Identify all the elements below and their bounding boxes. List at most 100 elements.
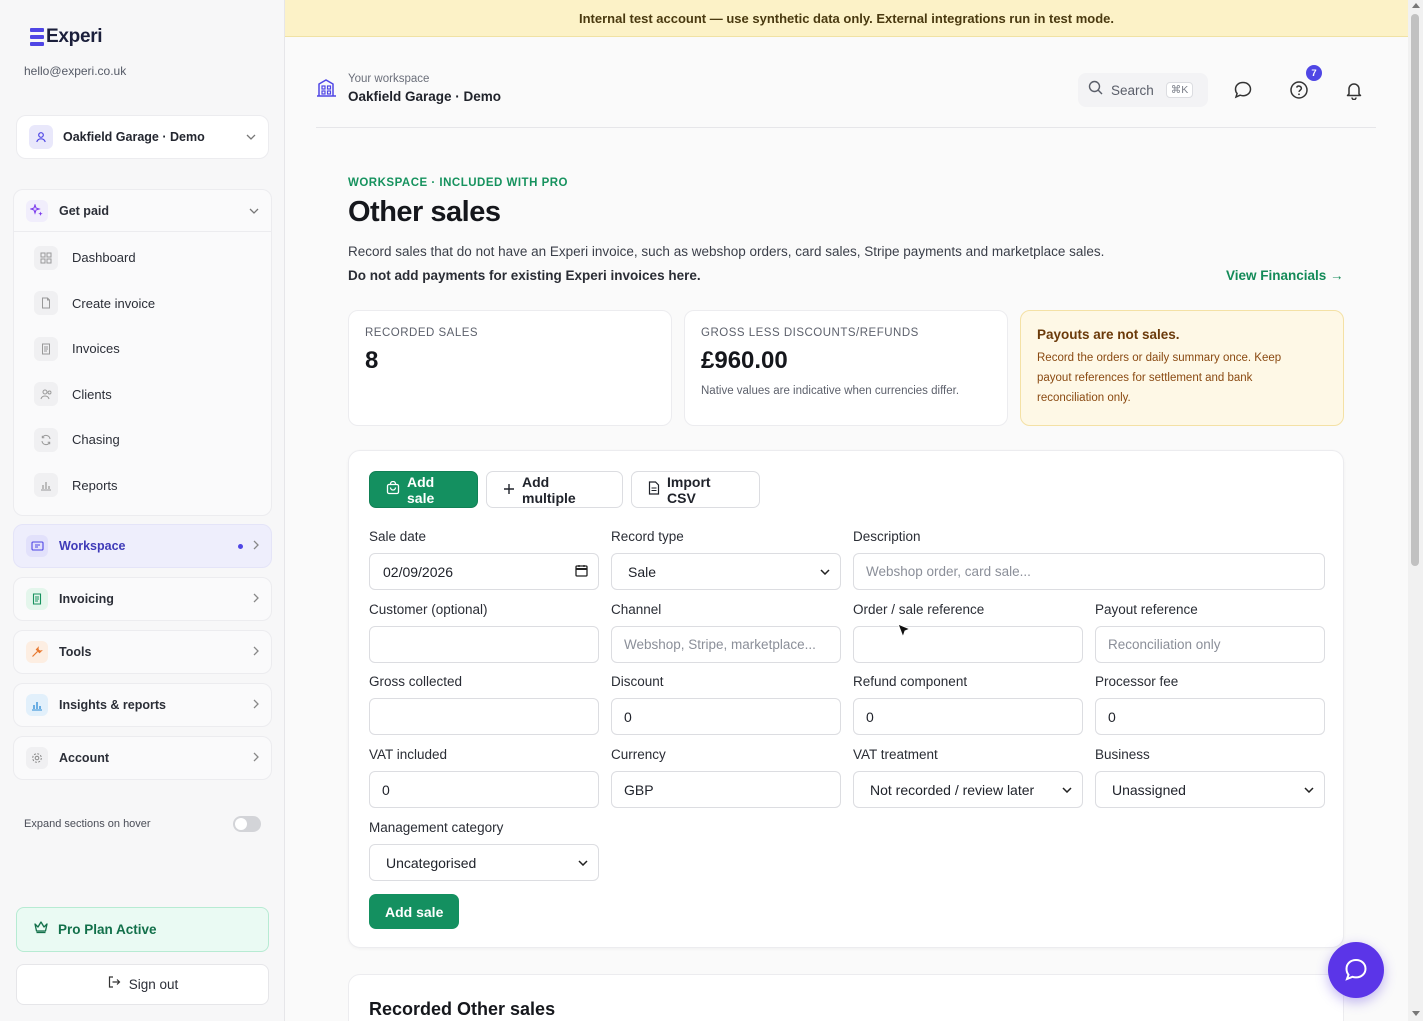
create-invoice-icon	[34, 291, 58, 316]
messages-button[interactable]	[1231, 78, 1255, 102]
business-field: Business Unassigned	[1095, 747, 1325, 808]
scroll-up-arrow[interactable]	[1412, 3, 1420, 8]
sidebar-item-clients[interactable]: Clients	[14, 372, 271, 418]
expand-on-hover-label: Expand sections on hover	[24, 818, 151, 830]
page-eyebrow: WORKSPACE · INCLUDED WITH PRO	[348, 177, 569, 189]
scroll-thumb[interactable]	[1411, 14, 1419, 566]
mouse-cursor-icon	[897, 623, 912, 639]
chevron-down-icon	[820, 566, 830, 578]
sidebar-item-reports[interactable]: Reports	[14, 463, 271, 509]
gross-value: £960.00	[701, 347, 788, 374]
sidebar-item-chasing[interactable]: Chasing	[14, 417, 271, 463]
sidebar-item-dashboard[interactable]: Dashboard	[14, 235, 271, 281]
sidebar-item-account[interactable]: Account	[13, 736, 272, 780]
refund-label: Refund component	[853, 674, 968, 689]
processor-fee-input[interactable]: 0	[1095, 698, 1325, 735]
sidebar-item-insights[interactable]: Insights & reports	[13, 683, 272, 727]
help-badge: 7	[1306, 65, 1322, 81]
bag-icon	[386, 480, 400, 498]
currency-input[interactable]: GBP	[611, 771, 841, 808]
sidebar-item-tools[interactable]: Tools	[13, 630, 272, 674]
top-header: Your workspace Oakfield Garage · Demo Se…	[316, 65, 1376, 128]
sidebar: Experi hello@experi.co.uk Oakfield Garag…	[0, 0, 285, 1021]
sign-out-icon	[107, 975, 121, 994]
get-paid-header[interactable]: Get paid	[14, 190, 271, 232]
page-description-warning: Do not add payments for existing Experi …	[348, 268, 701, 283]
chevron-right-icon	[253, 645, 259, 659]
customer-label: Customer (optional)	[369, 602, 488, 617]
logo-icon	[30, 28, 44, 46]
currency-field: Currency GBP	[611, 747, 841, 808]
recorded-sales-section: Recorded Other sales	[348, 974, 1344, 1021]
vat-included-label: VAT included	[369, 747, 448, 762]
scroll-down-arrow[interactable]	[1412, 1011, 1420, 1016]
vat-treatment-value: Not recorded / review later	[870, 781, 1035, 798]
vat-treatment-field: VAT treatment Not recorded / review late…	[853, 747, 1083, 808]
description-input[interactable]: Webshop order, card sale...	[853, 553, 1325, 590]
tools-icon	[26, 641, 48, 663]
discount-input[interactable]: 0	[611, 698, 841, 735]
sidebar-item-create-invoice[interactable]: Create invoice	[14, 281, 271, 327]
chevron-down-icon	[1304, 784, 1314, 796]
record-type-select[interactable]: Sale	[611, 553, 841, 590]
chevron-right-icon	[253, 539, 259, 553]
import-csv-tab[interactable]: Import CSV	[631, 471, 760, 508]
help-button[interactable]	[1287, 78, 1311, 102]
brand-logo[interactable]: Experi	[30, 26, 103, 48]
banner-text: Internal test account — use synthetic da…	[578, 10, 1115, 26]
chevron-right-icon	[253, 592, 259, 606]
processor-fee-label: Processor fee	[1095, 674, 1179, 689]
chat-icon	[1345, 958, 1367, 981]
add-sale-tab[interactable]: Add sale	[369, 471, 478, 508]
channel-input[interactable]: Webshop, Stripe, marketplace...	[611, 626, 841, 663]
vat-treatment-select[interactable]: Not recorded / review later	[853, 771, 1083, 808]
notifications-button[interactable]	[1342, 78, 1366, 102]
invoices-icon	[34, 336, 58, 361]
business-select[interactable]: Unassigned	[1095, 771, 1325, 808]
expand-on-hover-toggle[interactable]	[233, 816, 261, 832]
sidebar-item-workspace[interactable]: Workspace	[13, 524, 272, 568]
sidebar-item-label: Account	[59, 751, 109, 765]
channel-label: Channel	[611, 602, 662, 617]
view-financials-link[interactable]: View Financials →	[1226, 268, 1344, 283]
management-category-select[interactable]: Uncategorised	[369, 844, 599, 881]
payout-reference-field: Payout reference Reconciliation only	[1095, 602, 1325, 663]
recorded-sales-value: 8	[365, 347, 379, 374]
chat-support-button[interactable]	[1328, 942, 1384, 998]
search-button[interactable]: Search ⌘K	[1078, 73, 1208, 107]
gross-card: GROSS LESS DISCOUNTS/REFUNDS £960.00 Nat…	[684, 310, 1008, 426]
discount-field: Discount 0	[611, 674, 841, 735]
sign-out-button[interactable]: Sign out	[16, 964, 269, 1005]
sidebar-item-invoicing[interactable]: Invoicing	[13, 577, 272, 621]
get-paid-group: Get paid Dashboard Create invoice Invoic…	[13, 189, 272, 516]
refund-field: Refund component 0	[853, 674, 1083, 735]
dashboard-icon	[34, 245, 58, 270]
currency-label: Currency	[611, 747, 666, 762]
search-icon	[1088, 80, 1103, 100]
business-label: Business	[1095, 747, 1150, 762]
payout-reference-input[interactable]: Reconciliation only	[1095, 626, 1325, 663]
refund-input[interactable]: 0	[853, 698, 1083, 735]
add-multiple-tab[interactable]: Add multiple	[486, 471, 623, 508]
page-scrollbar[interactable]	[1408, 0, 1423, 1021]
sidebar-item-label: Workspace	[59, 539, 126, 553]
gross-collected-input[interactable]	[369, 698, 599, 735]
sale-date-input[interactable]: 02/09/2026	[369, 553, 599, 590]
pro-plan-badge[interactable]: Pro Plan Active	[16, 907, 269, 952]
customer-input[interactable]	[369, 626, 599, 663]
chevron-down-icon	[578, 857, 588, 869]
chevron-down-icon	[249, 205, 259, 217]
add-sale-submit-button[interactable]: Add sale	[369, 894, 460, 929]
sidebar-item-invoices[interactable]: Invoices	[14, 326, 271, 372]
pro-plan-label: Pro Plan Active	[58, 922, 157, 937]
chevron-right-icon	[253, 751, 259, 765]
search-label: Search	[1111, 82, 1154, 98]
chasing-icon	[34, 427, 58, 452]
account-email: hello@experi.co.uk	[24, 64, 127, 78]
vat-included-input[interactable]: 0	[369, 771, 599, 808]
expand-on-hover-row: Expand sections on hover	[24, 816, 261, 832]
account-switcher[interactable]: Oakfield Garage · Demo	[16, 115, 269, 159]
workspace-icon	[26, 535, 48, 557]
get-paid-label: Get paid	[59, 203, 110, 218]
order-reference-input[interactable]	[853, 626, 1083, 663]
